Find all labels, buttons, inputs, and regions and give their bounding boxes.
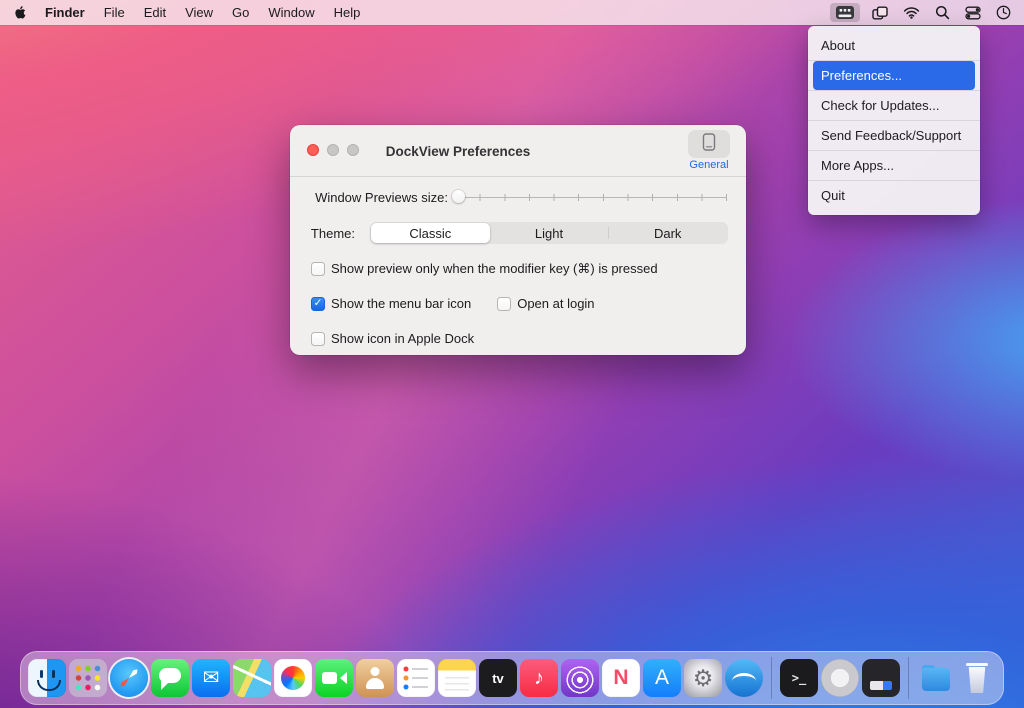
dock-facetime-icon[interactable] (315, 659, 353, 697)
dock-reminders-icon[interactable] (397, 659, 435, 697)
theme-segmented-control: Classic Light Dark (370, 222, 728, 244)
dock-separator (771, 657, 772, 699)
dock-utility-1-icon[interactable] (821, 659, 859, 697)
search-icon[interactable] (935, 5, 950, 20)
dock-safari-icon[interactable] (110, 659, 148, 697)
menu-file[interactable]: File (104, 5, 125, 20)
clock-icon[interactable] (996, 5, 1011, 20)
preview-size-label: Window Previews size: (308, 190, 448, 205)
dock (20, 651, 1004, 705)
dock-launchpad-icon[interactable] (69, 659, 107, 697)
dock-tv-icon[interactable] (479, 659, 517, 697)
menu-bar-right (833, 3, 1011, 22)
close-button[interactable] (307, 144, 319, 156)
dock-photos-icon[interactable] (274, 659, 312, 697)
menu-bar-icon-label: Show the menu bar icon (331, 296, 471, 311)
slider-track (455, 197, 727, 198)
modifier-key-checkbox[interactable]: Show preview only when the modifier key … (311, 261, 658, 277)
theme-segment-light[interactable]: Light (490, 223, 609, 243)
checkbox-box[interactable] (311, 332, 325, 346)
dock-contacts-icon[interactable] (356, 659, 394, 697)
preferences-window: DockView Preferences General Window Prev… (290, 125, 746, 355)
dock-music-icon[interactable] (520, 659, 558, 697)
theme-row: Theme: Classic Light Dark (308, 222, 728, 244)
preferences-content: Window Previews size: Theme: Classic Lig… (290, 178, 746, 355)
menu-bar: Finder File Edit View Go Window Help (0, 0, 1024, 25)
menu-item-preferences[interactable]: Preferences... (813, 61, 975, 90)
open-at-login-checkbox[interactable]: Open at login (497, 296, 594, 311)
menu-bar-left: Finder File Edit View Go Window Help (13, 5, 360, 20)
theme-segment-classic[interactable]: Classic (371, 223, 490, 243)
general-icon (701, 133, 717, 156)
toolbar-general-tab[interactable]: General (685, 130, 733, 171)
dock-podcasts-icon[interactable] (561, 659, 599, 697)
title-bar: DockView Preferences General (290, 125, 746, 177)
menu-edit[interactable]: Edit (144, 5, 166, 20)
dock-trash-icon[interactable] (958, 659, 996, 697)
menu-item-about[interactable]: About (808, 31, 980, 60)
dock-finder-icon[interactable] (28, 659, 66, 697)
dock-terminal-icon[interactable] (780, 659, 818, 697)
desktop: Finder File Edit View Go Window Help Abo… (0, 0, 1024, 708)
dock-app-store-icon[interactable] (643, 659, 681, 697)
modifier-key-row: Show preview only when the modifier key … (311, 261, 728, 277)
apple-dock-checkbox[interactable]: Show icon in Apple Dock (311, 331, 474, 346)
dock-separator (908, 657, 909, 699)
dock-downloads-icon[interactable] (917, 659, 955, 697)
dock-utility-2-icon[interactable] (862, 659, 900, 697)
dock-notes-icon[interactable] (438, 659, 476, 697)
menu-item-check-for-updates[interactable]: Check for Updates... (808, 91, 980, 120)
control-center-icon[interactable] (965, 6, 981, 20)
dockview-menubar-icon[interactable] (830, 3, 860, 22)
menu-view[interactable]: View (185, 5, 213, 20)
menu-item-quit[interactable]: Quit (808, 181, 980, 210)
checkbox-box-checked[interactable] (311, 297, 325, 311)
general-label: General (689, 159, 728, 171)
theme-label: Theme: (308, 226, 355, 241)
menu-finder[interactable]: Finder (45, 5, 85, 20)
dockview-menubar-menu: About Preferences... Check for Updates..… (808, 26, 980, 215)
slider-knob[interactable] (452, 190, 465, 203)
menu-help[interactable]: Help (334, 5, 361, 20)
wifi-icon[interactable] (903, 6, 920, 19)
apple-menu-icon[interactable] (13, 5, 26, 20)
dock-mail-icon[interactable] (192, 659, 230, 697)
dock-news-icon[interactable] (602, 659, 640, 697)
menu-go[interactable]: Go (232, 5, 249, 20)
modifier-key-label: Show preview only when the modifier key … (331, 261, 658, 277)
dock-dockview-icon[interactable] (725, 659, 763, 697)
preview-size-row: Window Previews size: (308, 189, 728, 205)
windows-icon[interactable] (872, 6, 888, 20)
menu-item-more-apps[interactable]: More Apps... (808, 151, 980, 180)
checkbox-box[interactable] (497, 297, 511, 311)
apple-dock-label: Show icon in Apple Dock (331, 331, 474, 346)
menu-item-send-feedback[interactable]: Send Feedback/Support (808, 121, 980, 150)
menu-bar-icon-row: Show the menu bar icon Open at login (311, 296, 728, 311)
preview-size-slider[interactable] (455, 189, 727, 205)
window-title: DockView Preferences (320, 125, 596, 177)
theme-segment-dark[interactable]: Dark (608, 223, 727, 243)
dock-system-preferences-icon[interactable] (684, 659, 722, 697)
open-at-login-label: Open at login (517, 296, 594, 311)
dock-maps-icon[interactable] (233, 659, 271, 697)
general-button[interactable] (688, 130, 730, 158)
dock-messages-icon[interactable] (151, 659, 189, 697)
menu-bar-icon-checkbox[interactable]: Show the menu bar icon (311, 296, 471, 311)
apple-dock-row: Show icon in Apple Dock (311, 331, 728, 346)
menu-window[interactable]: Window (268, 5, 314, 20)
checkbox-box[interactable] (311, 262, 325, 276)
